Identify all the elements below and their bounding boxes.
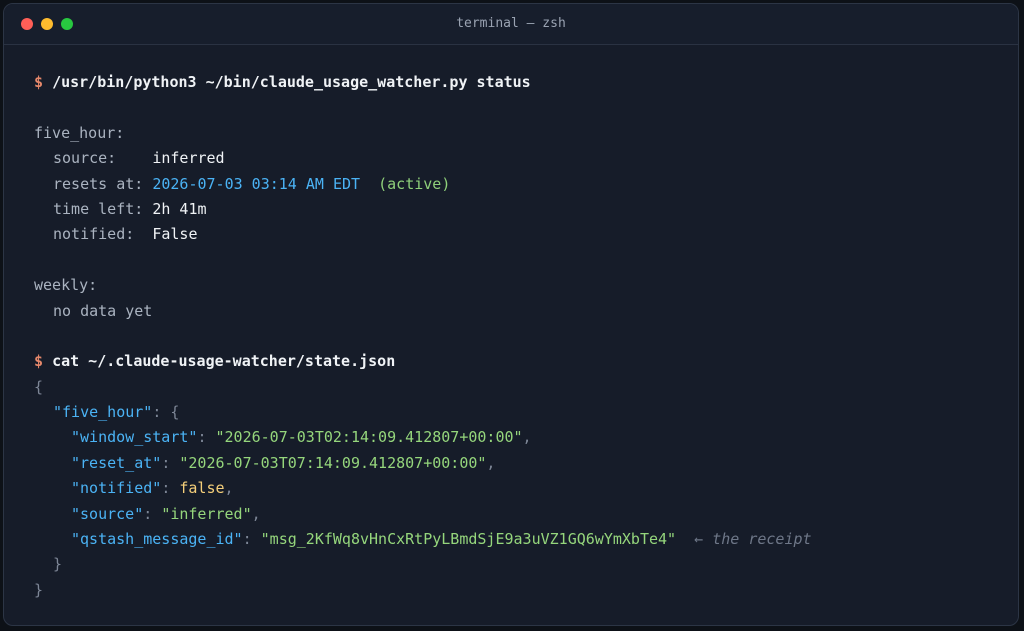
json-comma: ,	[486, 453, 496, 472]
json-key: "reset_at"	[71, 453, 162, 472]
json-close-brace: }	[34, 578, 1008, 603]
json-open-brace: {	[34, 375, 1008, 400]
heading-text: five_hour:	[34, 123, 125, 142]
json-five-hour-line: "five_hour": {	[34, 400, 1008, 425]
json-key: "notified"	[71, 479, 162, 498]
receipt-annotation: ← the receipt	[694, 530, 812, 549]
notified-value: False	[152, 225, 198, 244]
json-value: "msg_2KfWq8vHnCxRtPyLBmdSjE9a3uVZ1GQ6wYm…	[260, 530, 677, 549]
json-field-row: "qstash_message_id": "msg_2KfWq8vHnCxRtP…	[34, 527, 1008, 552]
time-left-row: time left: 2h 41m	[34, 197, 1008, 222]
json-punct: : {	[152, 403, 180, 422]
json-key: "qstash_message_id"	[71, 530, 243, 549]
prompt-symbol: $	[34, 73, 44, 91]
source-row: source: inferred	[34, 146, 1008, 171]
brace: {	[34, 377, 44, 396]
json-colon: :	[143, 504, 162, 523]
time-left-label: time left:	[53, 199, 144, 218]
json-colon: :	[242, 530, 261, 549]
brace: }	[34, 580, 44, 599]
prompt-symbol: $	[34, 352, 44, 371]
json-field-row: "window_start": "2026-07-03T02:14:09.412…	[34, 425, 1008, 450]
weekly-value: no data yet	[53, 301, 153, 320]
resets-value: 2026-07-03 03:14 AM EDT	[152, 174, 361, 193]
resets-row: resets at: 2026-07-03 03:14 AM EDT (acti…	[34, 172, 1008, 197]
heading-text: weekly:	[34, 276, 98, 295]
json-field-row: "notified": false,	[34, 476, 1008, 501]
five-hour-heading: five_hour:	[34, 121, 1008, 146]
json-key: "window_start"	[71, 428, 198, 447]
json-key: "source"	[71, 504, 144, 523]
json-key: "five_hour"	[53, 403, 153, 422]
json-value: false	[179, 479, 225, 498]
json-value: "2026-07-03T07:14:09.412807+00:00"	[179, 453, 487, 472]
json-colon: :	[197, 428, 216, 447]
brace: }	[53, 555, 63, 574]
notified-row: notified: False	[34, 222, 1008, 247]
json-comma: ,	[251, 504, 261, 523]
json-colon: :	[161, 453, 180, 472]
json-value: "2026-07-03T02:14:09.412807+00:00"	[215, 428, 523, 447]
terminal-output[interactable]: $ /usr/bin/python3 ~/bin/claude_usage_wa…	[34, 70, 1008, 603]
command-line-1: $ /usr/bin/python3 ~/bin/claude_usage_wa…	[34, 70, 1008, 95]
window-title: terminal — zsh	[456, 16, 566, 31]
title-bar: terminal — zsh	[4, 4, 1018, 45]
json-field-row: "reset_at": "2026-07-03T07:14:09.412807+…	[34, 451, 1008, 476]
command-text: /usr/bin/python3 ~/bin/claude_usage_watc…	[52, 73, 531, 91]
weekly-heading: weekly:	[34, 273, 1008, 298]
source-label: source:	[53, 149, 117, 168]
terminal-window: terminal — zsh $ /usr/bin/python3 ~/bin/…	[3, 3, 1019, 626]
json-value: "inferred"	[161, 504, 252, 523]
active-status: (active)	[378, 174, 451, 193]
source-value: inferred	[152, 149, 225, 168]
json-comma: ,	[522, 428, 532, 447]
time-left-value: 2h 41m	[152, 199, 207, 218]
json-colon: :	[161, 479, 180, 498]
notified-label: notified:	[53, 225, 135, 244]
json-inner-close: }	[34, 552, 1008, 577]
command-text: cat ~/.claude-usage-watcher/state.json	[52, 352, 396, 371]
command-line-2: $ cat ~/.claude-usage-watcher/state.json	[34, 349, 1008, 374]
weekly-row: no data yet	[34, 299, 1008, 324]
json-comma: ,	[224, 479, 234, 498]
resets-label: resets at:	[53, 174, 144, 193]
json-field-row: "source": "inferred",	[34, 502, 1008, 527]
